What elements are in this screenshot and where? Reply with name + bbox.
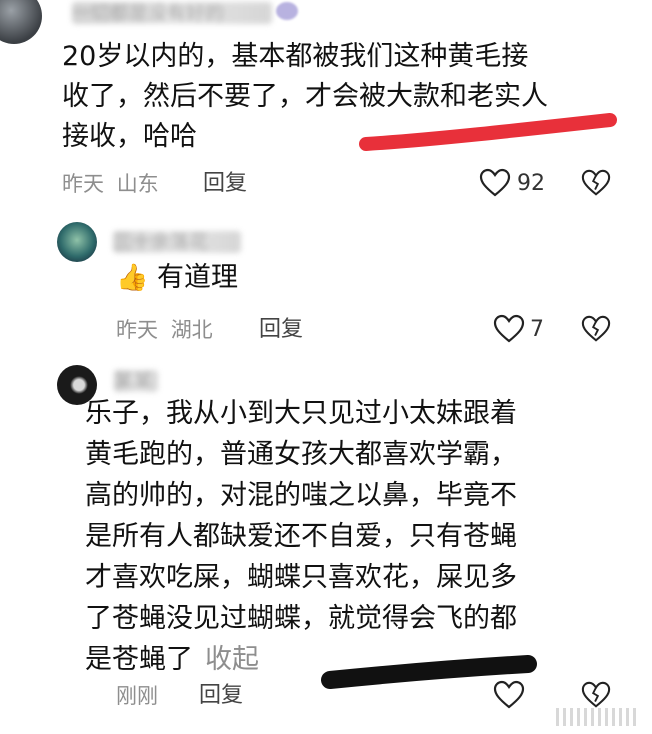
dislike-broken-heart-icon[interactable] (581, 314, 611, 344)
dislike-broken-heart-icon[interactable] (581, 168, 611, 198)
comment-time: 刚刚 (116, 684, 158, 708)
like-heart-icon[interactable] (493, 680, 525, 710)
like-count: 7 (530, 317, 544, 342)
reply-button[interactable]: 回复 (199, 682, 243, 710)
author-badge-icon (276, 2, 298, 20)
author-name[interactable]: 三十余落花 (113, 231, 241, 253)
comment-time: 昨天 (62, 172, 104, 196)
thumbs-up-emoji-icon: 👍 (116, 263, 149, 293)
author-name[interactable]: 一切都是没有好的 (72, 2, 272, 24)
avatar[interactable] (57, 222, 97, 262)
comment-text: 乐子，我从小到大只见过小太妹跟着 黄毛跑的，普通女孩大都喜欢学霸， 高的帅的，对… (85, 398, 517, 675)
reply-button[interactable]: 回复 (259, 316, 303, 344)
like-count: 92 (517, 171, 545, 196)
comment-time: 昨天 (116, 318, 158, 342)
comment-text: 👍 有道理 (116, 262, 238, 293)
avatar[interactable] (0, 0, 42, 44)
like-heart-icon[interactable] (493, 314, 525, 344)
like-heart-icon[interactable] (479, 168, 511, 198)
watermark-grid-icon (556, 708, 640, 726)
black-scribble-redaction (321, 655, 537, 689)
comment-location: 山东 (116, 172, 159, 196)
author-name[interactable]: 某某 (114, 370, 158, 392)
dislike-broken-heart-icon[interactable] (581, 680, 611, 710)
comment-location: 湖北 (170, 318, 213, 342)
reply-button[interactable]: 回复 (203, 170, 247, 198)
comment-meta: 昨天 湖北 (116, 316, 213, 344)
comment-meta: 昨天 山东 (62, 170, 159, 198)
